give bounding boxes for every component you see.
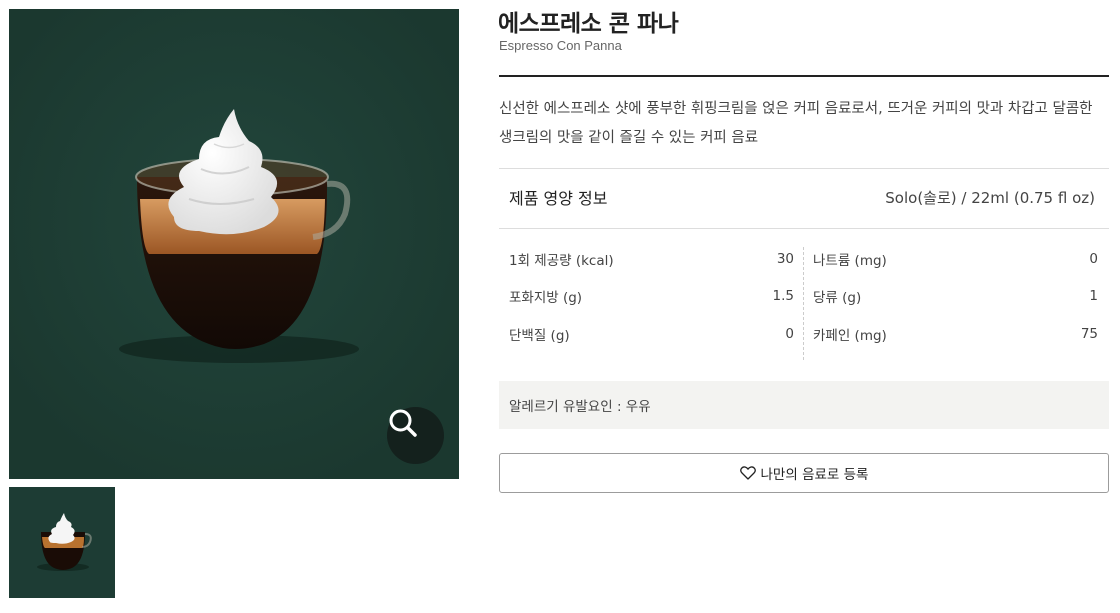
- magnifier-icon: [389, 409, 417, 437]
- nutrition-right-column: 나트륨 (mg) 0 당류 (g) 1 카페인 (mg) 75: [813, 240, 1098, 353]
- nutrition-title: 제품 영양 정보: [509, 189, 608, 208]
- nutrition-label: 카페인 (mg): [813, 327, 887, 344]
- add-to-my-drinks-label: 나만의 음료로 등록: [760, 467, 869, 483]
- product-subtitle: Espresso Con Panna: [499, 38, 622, 53]
- product-description: 신선한 에스프레소 샷에 풍부한 휘핑크림을 얹은 커피 음료로서, 뜨거운 커…: [499, 101, 1093, 146]
- product-thumbnail[interactable]: [9, 487, 115, 598]
- allergy-text: 알레르기 유발요인 : 우유: [509, 399, 651, 415]
- nutrition-row: 단백질 (g) 0: [509, 315, 794, 353]
- serving-size: Solo(솔로) / 22ml (0.75 fl oz): [885, 189, 1095, 207]
- product-main-image: [9, 9, 459, 479]
- nutrition-label: 당류 (g): [813, 290, 862, 307]
- nutrition-row: 포화지방 (g) 1.5: [509, 278, 794, 316]
- heart-icon: [739, 466, 756, 480]
- nutrition-value: 30: [776, 250, 794, 267]
- nutrition-value: 0: [785, 325, 794, 342]
- nutrition-row: 1회 제공량 (kcal) 30: [509, 240, 794, 278]
- allergy-info-box: 알레르기 유발요인 : 우유: [499, 381, 1109, 429]
- nutrition-label: 1회 제공량 (kcal): [509, 252, 614, 269]
- nutrition-label: 나트륨 (mg): [813, 252, 887, 269]
- nutrition-column-divider: [803, 247, 804, 360]
- add-to-my-drinks-button[interactable]: 나만의 음료로 등록: [499, 453, 1109, 493]
- nutrition-row: 당류 (g) 1: [813, 278, 1098, 316]
- nutrition-row: 나트륨 (mg) 0: [813, 240, 1098, 278]
- nutrition-label: 단백질 (g): [509, 327, 570, 344]
- zoom-button[interactable]: [387, 407, 444, 464]
- nutrition-top-divider: [499, 168, 1109, 169]
- thumbnail-photo: [9, 487, 115, 598]
- nutrition-label: 포화지방 (g): [509, 290, 583, 307]
- nutrition-value: 75: [1080, 325, 1098, 342]
- nutrition-left-column: 1회 제공량 (kcal) 30 포화지방 (g) 1.5 단백질 (g) 0: [509, 240, 794, 353]
- nutrition-header-divider: [499, 228, 1109, 229]
- nutrition-row: 카페인 (mg) 75: [813, 315, 1098, 353]
- nutrition-value: 1: [1089, 288, 1098, 305]
- product-title: 에스프레소 콘 파나: [498, 11, 679, 37]
- title-divider: [499, 75, 1109, 77]
- nutrition-value: 0: [1089, 250, 1098, 267]
- nutrition-value: 1.5: [772, 288, 794, 305]
